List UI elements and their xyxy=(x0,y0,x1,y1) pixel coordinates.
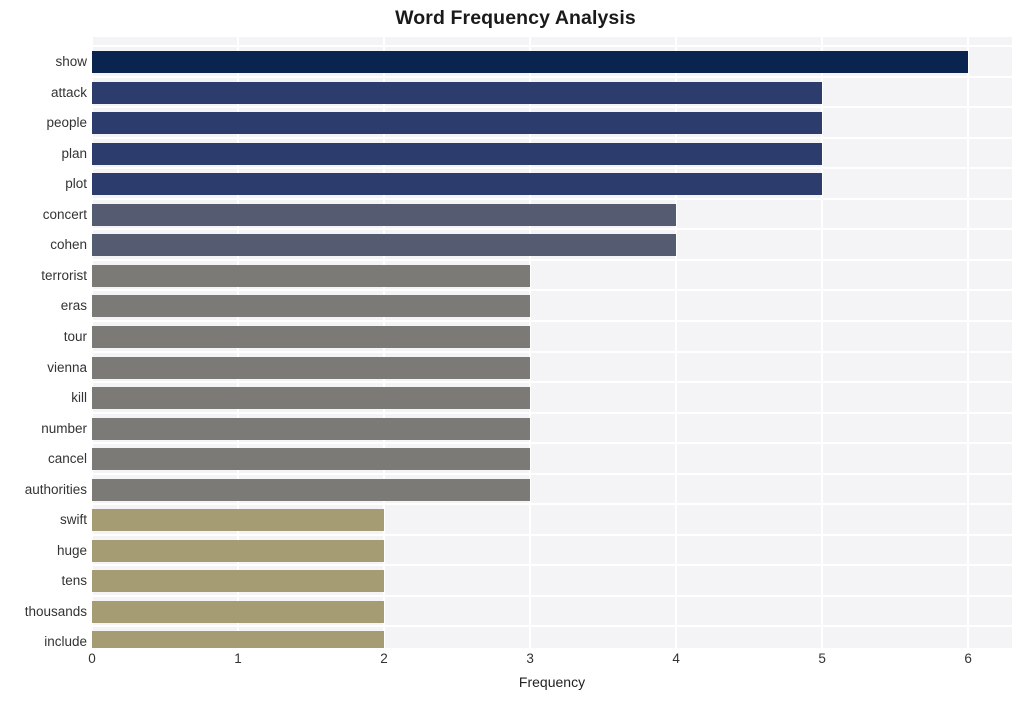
bar xyxy=(92,265,530,287)
x-gridline xyxy=(967,37,970,648)
bar xyxy=(92,112,822,134)
y-tick-label: people xyxy=(46,115,87,130)
bar xyxy=(92,295,530,317)
y-axis-tick-labels: show attack people plan plot concert cohen terr… xyxy=(0,37,87,649)
x-axis-tick-labels: 0 1 2 3 4 5 6 xyxy=(0,651,1031,673)
y-gridline xyxy=(92,76,1012,78)
bar xyxy=(92,143,822,165)
chart-title: Word Frequency Analysis xyxy=(395,7,636,29)
x-axis-title: Frequency xyxy=(518,674,586,690)
y-gridline xyxy=(92,412,1012,414)
bar xyxy=(92,234,676,256)
x-tick-label: 3 xyxy=(526,651,534,666)
bar xyxy=(92,173,822,195)
x-tick-label: 2 xyxy=(380,651,388,666)
y-gridline xyxy=(92,45,1012,47)
y-gridline xyxy=(92,167,1012,169)
bar xyxy=(92,82,822,104)
y-tick-label: eras xyxy=(60,298,87,313)
x-tick-label: 1 xyxy=(234,651,242,666)
y-tick-label: include xyxy=(44,634,87,649)
y-tick-label: cohen xyxy=(50,237,87,252)
y-gridline xyxy=(92,595,1012,597)
y-tick-label: kill xyxy=(71,390,87,405)
bar xyxy=(92,418,530,440)
y-gridline xyxy=(92,106,1012,108)
bar xyxy=(92,326,530,348)
y-gridline xyxy=(92,320,1012,322)
y-gridline xyxy=(92,198,1012,200)
y-gridline xyxy=(92,473,1012,475)
y-tick-label: tour xyxy=(63,329,87,344)
bar xyxy=(92,204,676,226)
bar xyxy=(92,51,968,73)
bar xyxy=(92,357,530,379)
y-gridline xyxy=(92,534,1012,536)
y-tick-label: plan xyxy=(61,146,87,161)
y-tick-label: authorities xyxy=(24,482,87,497)
bar xyxy=(92,448,530,470)
y-tick-label: attack xyxy=(50,85,87,100)
y-tick-label: cancel xyxy=(47,451,87,466)
y-gridline xyxy=(92,351,1012,353)
y-gridline xyxy=(92,503,1012,505)
bar xyxy=(92,509,384,531)
y-gridline xyxy=(92,442,1012,444)
y-gridline xyxy=(92,137,1012,139)
x-tick-label: 6 xyxy=(964,651,972,666)
y-gridline xyxy=(92,289,1012,291)
y-tick-label: terrorist xyxy=(41,268,87,283)
bar xyxy=(92,540,384,562)
x-tick-label: 5 xyxy=(818,651,826,666)
bar xyxy=(92,631,384,648)
y-tick-label: huge xyxy=(56,543,87,558)
y-tick-label: plot xyxy=(65,176,87,191)
y-gridline xyxy=(92,381,1012,383)
y-gridline xyxy=(92,625,1012,627)
x-tick-label: 0 xyxy=(88,651,96,666)
y-tick-label: number xyxy=(41,421,87,436)
y-tick-label: tens xyxy=(61,573,87,588)
word-frequency-chart: Word Frequency Analysis show attack people… xyxy=(0,0,1031,701)
plot-area xyxy=(92,37,1012,648)
y-tick-label: swift xyxy=(60,512,87,527)
y-gridline xyxy=(92,228,1012,230)
bar xyxy=(92,601,384,623)
bar xyxy=(92,479,530,501)
y-gridline xyxy=(92,259,1012,261)
y-tick-label: show xyxy=(55,54,87,69)
x-tick-label: 4 xyxy=(672,651,680,666)
y-tick-label: thousands xyxy=(24,604,87,619)
bar xyxy=(92,570,384,592)
y-tick-label: vienna xyxy=(47,360,87,375)
bar xyxy=(92,387,530,409)
y-tick-label: concert xyxy=(42,207,87,222)
y-gridline xyxy=(92,564,1012,566)
